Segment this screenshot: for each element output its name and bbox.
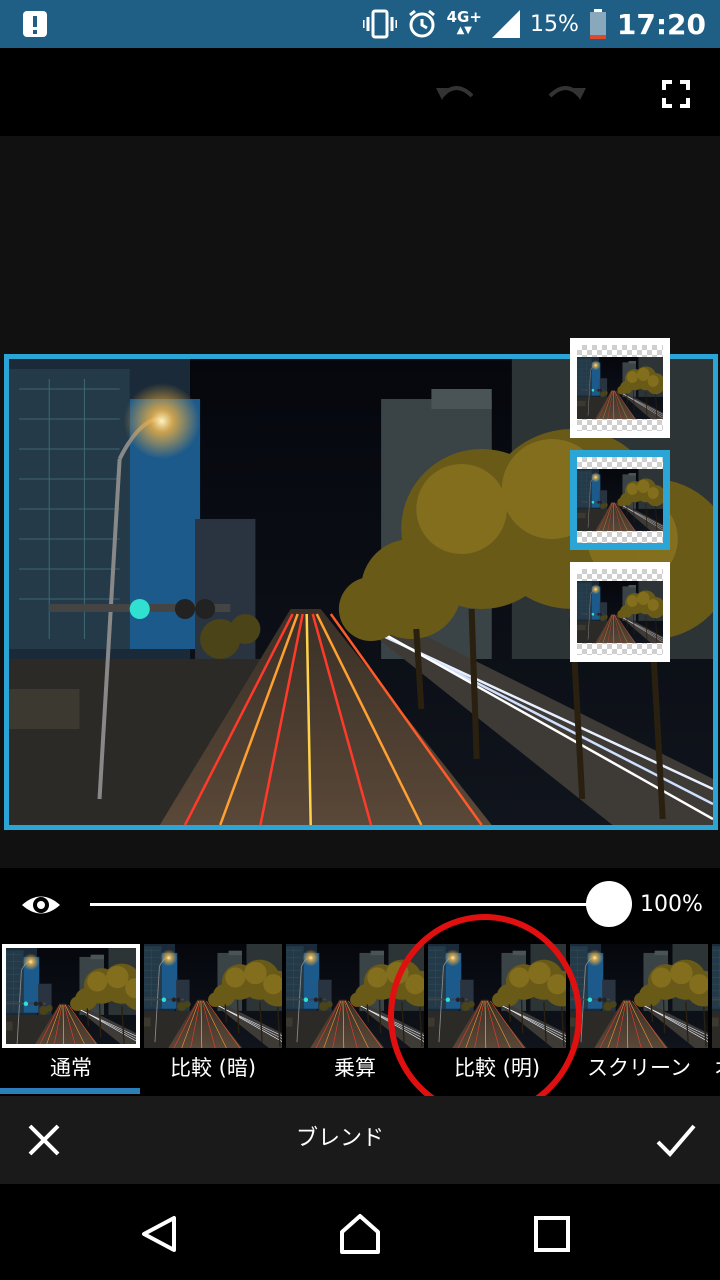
blend-label: 比較 (暗) <box>169 1056 257 1080</box>
blend-mode-screen[interactable]: スクリーン <box>568 942 710 1096</box>
battery-percent: 15% <box>529 11 579 37</box>
blend-label: 通常 <box>50 1056 92 1080</box>
nav-bar <box>0 1184 720 1280</box>
back-icon[interactable] <box>138 1212 182 1256</box>
blend-thumb <box>712 944 720 1048</box>
eye-icon[interactable] <box>20 890 62 920</box>
top-toolbar <box>0 48 720 136</box>
vibrate-icon <box>362 9 397 39</box>
opacity-slider-track[interactable] <box>90 903 610 906</box>
blend-thumb <box>144 944 282 1048</box>
action-bar: ブレンド <box>0 1096 720 1184</box>
status-bar: 4G+ ▲▼ 15% 17:20 <box>0 0 720 48</box>
blend-label: オ <box>710 1052 720 1082</box>
blend-mode-overlay[interactable]: オ <box>710 942 720 1096</box>
recents-icon[interactable] <box>530 1212 574 1256</box>
battery-icon <box>589 9 606 39</box>
opacity-row: 100% <box>0 868 720 942</box>
blend-mode-normal[interactable]: 通常 <box>0 942 142 1096</box>
blend-thumb <box>570 944 708 1048</box>
fullscreen-icon[interactable] <box>654 74 698 114</box>
highlight-circle <box>388 914 582 1118</box>
blend-mode-darken[interactable]: 比較 (暗) <box>142 942 284 1096</box>
layer-thumbnail-2[interactable] <box>570 450 670 550</box>
network-4g-icon: 4G+ ▲▼ <box>446 8 482 37</box>
check-icon[interactable] <box>654 1118 698 1162</box>
page-title: ブレンド <box>295 1126 384 1151</box>
layer-thumbnail-1[interactable] <box>570 338 670 438</box>
signal-icon <box>491 10 520 38</box>
layer-thumbnail-3[interactable] <box>570 562 670 662</box>
undo-icon[interactable] <box>434 74 478 114</box>
clock: 17:20 <box>616 7 706 41</box>
opacity-value: 100% <box>640 892 703 917</box>
alarm-icon <box>408 9 435 38</box>
blend-mode-strip: 通常 比較 (暗) 乗算 比較 (明) スクリーン オ <box>0 942 720 1096</box>
alert-icon <box>23 11 47 37</box>
blend-label: スクリーン <box>587 1056 691 1080</box>
active-indicator <box>0 1088 140 1094</box>
home-icon[interactable] <box>338 1212 382 1256</box>
blend-thumb <box>2 944 140 1048</box>
opacity-slider-thumb[interactable] <box>586 881 632 927</box>
redo-icon[interactable] <box>544 74 588 114</box>
